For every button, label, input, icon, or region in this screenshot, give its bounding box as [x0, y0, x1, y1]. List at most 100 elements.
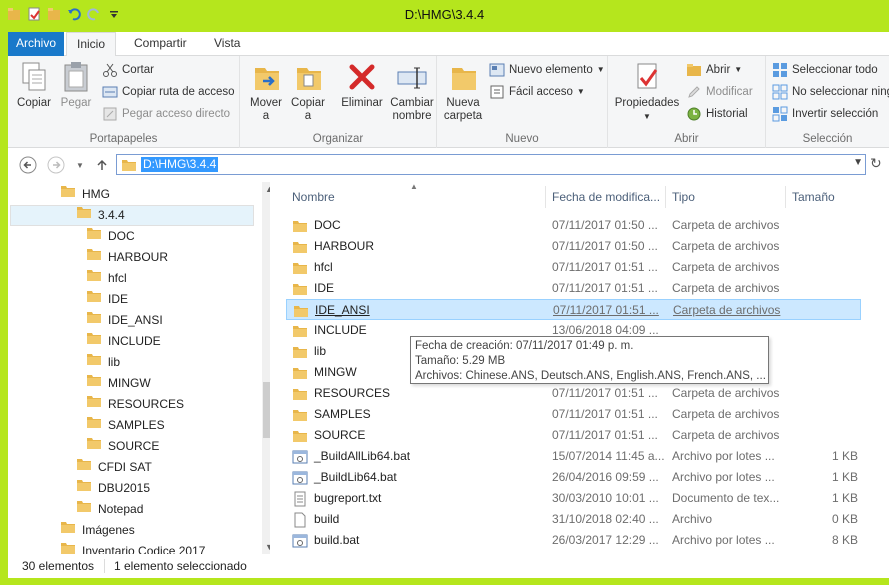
tree-item[interactable]: RESOURCES: [86, 394, 184, 415]
group-label-seleccion: Selección: [802, 133, 853, 145]
address-bar[interactable]: D:\HMG\3.4.4 ▼: [116, 154, 866, 175]
properties-button[interactable]: Propiedades ▼: [614, 60, 680, 123]
easy-access-button[interactable]: Fácil acceso ▼: [489, 82, 585, 102]
tab-vista[interactable]: Vista: [204, 32, 250, 56]
tree-item[interactable]: DOC: [86, 226, 135, 247]
file-date: 07/11/2017 01:51 ...: [553, 303, 659, 317]
file-row[interactable]: DOC 07/11/2017 01:50 ... Carpeta de archiv…: [286, 215, 861, 236]
tree-item[interactable]: CFDI SAT: [76, 457, 152, 478]
tree-item[interactable]: IDE: [86, 289, 128, 310]
cut-button[interactable]: Cortar: [102, 60, 154, 80]
new-folder-button[interactable]: Nueva carpeta: [443, 60, 483, 123]
file-row[interactable]: RESOURCES 07/11/2017 01:51 ... Carpeta de …: [286, 383, 861, 404]
file-type: Carpeta de archivos: [672, 239, 780, 253]
file-row[interactable]: bugreport.txt 30/03/2010 10:01 ... Documen…: [286, 488, 861, 509]
invert-selection-button[interactable]: Invertir selección: [772, 104, 878, 124]
tree-item-label: IDE: [108, 292, 129, 306]
file-row[interactable]: SAMPLES 07/11/2017 01:51 ... Carpeta de ar…: [286, 404, 861, 425]
new-item-button[interactable]: Nuevo elemento ▼: [489, 60, 605, 80]
copy-path-button[interactable]: Copiar ruta de acceso: [102, 82, 235, 102]
folder-icon: [292, 366, 308, 380]
tree-item[interactable]: SAMPLES: [86, 415, 165, 436]
tab-archivo[interactable]: Archivo: [8, 32, 64, 56]
up-button[interactable]: [92, 155, 112, 175]
select-all-button[interactable]: Seleccionar todo: [772, 60, 878, 80]
file-name: build: [292, 509, 546, 530]
column-header-type[interactable]: Tipo: [666, 186, 786, 208]
chevron-down-icon[interactable]: ▼: [853, 157, 863, 168]
navigation-pane: HMG 3.4.4 DOC HARBOUR hfcl IDE IDE_ANSI INCLUDE…: [8, 182, 270, 554]
column-header-name[interactable]: Nombre: [286, 186, 546, 208]
file-type: Archivo por lotes ...: [672, 470, 775, 484]
tree-item[interactable]: SOURCE: [86, 436, 159, 457]
tree-item[interactable]: IDE_ANSI: [86, 310, 163, 331]
tree-item[interactable]: lib: [86, 352, 120, 373]
select-none-icon: [772, 84, 788, 100]
tree-item[interactable]: hfcl: [86, 268, 127, 289]
tree-item[interactable]: INCLUDE: [86, 331, 161, 352]
tree-item[interactable]: HMG: [60, 184, 110, 205]
open-button[interactable]: Abrir ▼: [686, 60, 742, 80]
rename-button[interactable]: Cambiar nombre: [390, 60, 434, 123]
file-row[interactable]: build.bat 26/03/2017 12:29 ... Archivo por…: [286, 530, 861, 551]
tree-item[interactable]: MINGW: [86, 373, 151, 394]
folder-icon: [292, 429, 308, 443]
refresh-button[interactable]: ↻: [870, 155, 888, 175]
tree-scrollbar[interactable]: ▲ ▼: [262, 182, 270, 554]
paste-button[interactable]: Pegar: [56, 60, 96, 110]
tree-item[interactable]: Imágenes: [60, 520, 135, 541]
chevron-down-icon: ▼: [596, 65, 605, 74]
tree-item[interactable]: Notepad: [76, 499, 143, 520]
folder-icon: [86, 331, 102, 352]
tab-inicio[interactable]: Inicio: [66, 32, 117, 57]
folder-icon: [292, 240, 308, 254]
chevron-down-icon: ▼: [76, 160, 84, 170]
recent-locations-button[interactable]: ▼: [70, 155, 90, 175]
tree-item-label: HARBOUR: [108, 250, 169, 264]
file-type: Carpeta de archivos: [673, 303, 781, 317]
file-row[interactable]: build 31/10/2018 02:40 ... Archivo 0 KB: [286, 509, 861, 530]
edit-button[interactable]: Modificar: [686, 82, 753, 102]
file-name: IDE: [292, 278, 546, 299]
column-header-size[interactable]: Tamaño: [786, 186, 861, 208]
tree-item[interactable]: HARBOUR: [86, 247, 168, 268]
file-date: 07/11/2017 01:51 ...: [552, 281, 658, 295]
file-row[interactable]: IDE_ANSI 07/11/2017 01:51 ... Carpeta de a…: [286, 299, 861, 320]
move-to-label-1: Mover: [250, 97, 282, 109]
paste-shortcut-button[interactable]: Pegar acceso directo: [102, 104, 230, 124]
copy-to-button[interactable]: Copiar a: [288, 60, 328, 123]
forward-button[interactable]: [46, 155, 66, 175]
folder-icon: [86, 394, 102, 415]
tree-item[interactable]: Inventario Codice 2017: [60, 541, 205, 554]
file-date: 15/07/2014 11:45 a...: [552, 449, 665, 463]
tree-item[interactable]: 3.4.4: [10, 205, 254, 226]
select-none-button[interactable]: No seleccionar ninguno: [772, 82, 889, 102]
file-type: Archivo por lotes ...: [672, 533, 775, 547]
invert-selection-icon: [772, 106, 788, 122]
delete-button[interactable]: Eliminar: [340, 60, 384, 110]
folder-icon: [86, 310, 102, 331]
copy-button[interactable]: Copiar: [14, 60, 54, 110]
folder-icon: [292, 387, 308, 401]
file-name-label: _BuildAllLib64.bat: [314, 449, 411, 463]
file-row[interactable]: _BuildAllLib64.bat 15/07/2014 11:45 a... A…: [286, 446, 861, 467]
file-row[interactable]: _BuildLib64.bat 26/04/2016 09:59 ... Archi…: [286, 467, 861, 488]
move-to-label-2: a: [262, 110, 270, 122]
file-size: 1 KB: [831, 491, 858, 505]
file-row[interactable]: IDE 07/11/2017 01:51 ... Carpeta de archiv…: [286, 278, 861, 299]
move-to-button[interactable]: Mover a: [246, 60, 286, 123]
scrollbar-thumb[interactable]: [263, 382, 270, 438]
file-row[interactable]: HARBOUR 07/11/2017 01:50 ... Carpeta de ar…: [286, 236, 861, 257]
back-button[interactable]: [18, 155, 38, 175]
group-abrir: Propiedades ▼ Abrir ▼ Modificar Historia…: [608, 56, 766, 148]
column-header-date[interactable]: Fecha de modifica...: [546, 186, 666, 208]
file-row[interactable]: hfcl 07/11/2017 01:51 ... Carpeta de archi…: [286, 257, 861, 278]
file-size: 0 KB: [831, 512, 858, 526]
copy-label: Copiar: [17, 97, 51, 109]
tree-item[interactable]: DBU2015: [76, 478, 150, 499]
file-row[interactable]: SOURCE 07/11/2017 01:51 ... Carpeta de arc…: [286, 425, 861, 446]
address-path[interactable]: D:\HMG\3.4.4: [141, 157, 219, 172]
tree-item-label: DOC: [108, 229, 135, 243]
tab-compartir[interactable]: Compartir: [124, 32, 197, 56]
history-button[interactable]: Historial: [686, 104, 748, 124]
